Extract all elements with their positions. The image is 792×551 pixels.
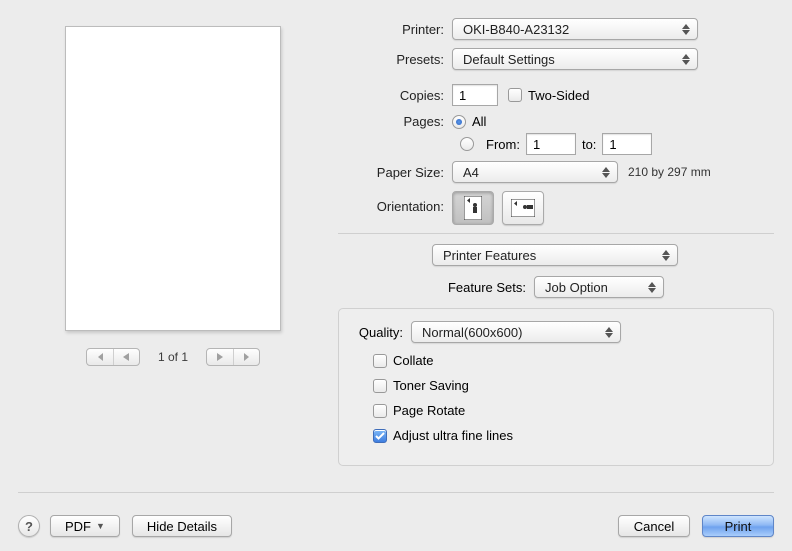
footer-separator <box>18 492 774 493</box>
page-rotate-checkbox[interactable] <box>373 404 387 418</box>
pager: 1 of 1 <box>86 348 260 366</box>
print-button[interactable]: Print <box>702 515 774 537</box>
popup-arrows-icon <box>679 21 693 37</box>
presets-label: Presets: <box>338 52 452 67</box>
feature-sets-value: Job Option <box>545 280 608 295</box>
feature-sets-popup[interactable]: Job Option <box>534 276 664 298</box>
printer-label: Printer: <box>338 22 452 37</box>
caret-down-icon: ▼ <box>96 521 105 531</box>
page-rotate-label: Page Rotate <box>393 403 465 418</box>
hide-details-button[interactable]: Hide Details <box>132 515 232 537</box>
help-button[interactable]: ? <box>18 515 40 537</box>
cancel-label: Cancel <box>634 519 674 534</box>
toner-saving-label: Toner Saving <box>393 378 469 393</box>
orientation-portrait-button[interactable] <box>452 191 494 225</box>
pages-to-label: to: <box>582 137 596 152</box>
pager-first-button[interactable] <box>87 349 113 365</box>
pager-prev-button[interactable] <box>113 349 139 365</box>
pages-all-radio[interactable] <box>452 115 466 129</box>
paper-size-note: 210 by 297 mm <box>628 165 711 179</box>
pages-label: Pages: <box>338 114 452 129</box>
quality-value: Normal(600x600) <box>422 325 522 340</box>
paper-size-label: Paper Size: <box>338 165 452 180</box>
features-section-value: Printer Features <box>443 248 536 263</box>
adjust-ultra-fine-label: Adjust ultra fine lines <box>393 428 513 443</box>
pdf-menu-label: PDF <box>65 519 91 534</box>
pager-fwd-group <box>206 348 260 366</box>
pager-next-button[interactable] <box>207 349 233 365</box>
popup-arrows-icon <box>645 279 659 295</box>
pager-last-button[interactable] <box>233 349 259 365</box>
cancel-button[interactable]: Cancel <box>618 515 690 537</box>
quality-label: Quality: <box>355 325 411 340</box>
pages-from-input[interactable] <box>526 133 576 155</box>
print-dialog: 1 of 1 Printer: OKI-B840-A23132 <box>0 0 792 551</box>
adjust-ultra-fine-checkbox[interactable] <box>373 429 387 443</box>
printer-popup[interactable]: OKI-B840-A23132 <box>452 18 698 40</box>
collate-checkbox[interactable] <box>373 354 387 368</box>
popup-arrows-icon <box>659 247 673 263</box>
orientation-label: Orientation: <box>338 191 452 214</box>
print-label: Print <box>725 519 752 534</box>
copies-label: Copies: <box>338 88 452 103</box>
toner-saving-checkbox[interactable] <box>373 379 387 393</box>
orientation-landscape-button[interactable] <box>502 191 544 225</box>
features-section-popup[interactable]: Printer Features <box>432 244 678 266</box>
popup-arrows-icon <box>602 324 616 340</box>
printer-value: OKI-B840-A23132 <box>463 22 569 37</box>
quality-popup[interactable]: Normal(600x600) <box>411 321 621 343</box>
pages-to-input[interactable] <box>602 133 652 155</box>
form-column: Printer: OKI-B840-A23132 Presets: Defaul… <box>328 18 774 466</box>
footer: ? PDF ▼ Hide Details Cancel Print <box>0 515 792 537</box>
paper-size-value: A4 <box>463 165 479 180</box>
feature-sets-label: Feature Sets: <box>448 280 526 295</box>
presets-popup[interactable]: Default Settings <box>452 48 698 70</box>
separator <box>338 233 774 234</box>
paper-size-popup[interactable]: A4 <box>452 161 618 183</box>
two-sided-label: Two-Sided <box>528 88 589 103</box>
pdf-menu-button[interactable]: PDF ▼ <box>50 515 120 537</box>
pager-back-group <box>86 348 140 366</box>
pager-label: 1 of 1 <box>158 350 188 364</box>
pages-from-label: From: <box>486 137 520 152</box>
presets-value: Default Settings <box>463 52 555 67</box>
feature-options-group: Quality: Normal(600x600) Collate <box>338 308 774 466</box>
pages-all-label: All <box>472 114 486 129</box>
hide-details-label: Hide Details <box>147 519 217 534</box>
collate-label: Collate <box>393 353 433 368</box>
page-preview <box>65 26 281 331</box>
pages-range-radio[interactable] <box>460 137 474 151</box>
two-sided-checkbox[interactable] <box>508 88 522 102</box>
preview-column: 1 of 1 <box>18 18 328 466</box>
popup-arrows-icon <box>679 51 693 67</box>
landscape-icon <box>511 199 535 217</box>
copies-input[interactable] <box>452 84 498 106</box>
popup-arrows-icon <box>599 164 613 180</box>
portrait-icon <box>464 196 482 220</box>
